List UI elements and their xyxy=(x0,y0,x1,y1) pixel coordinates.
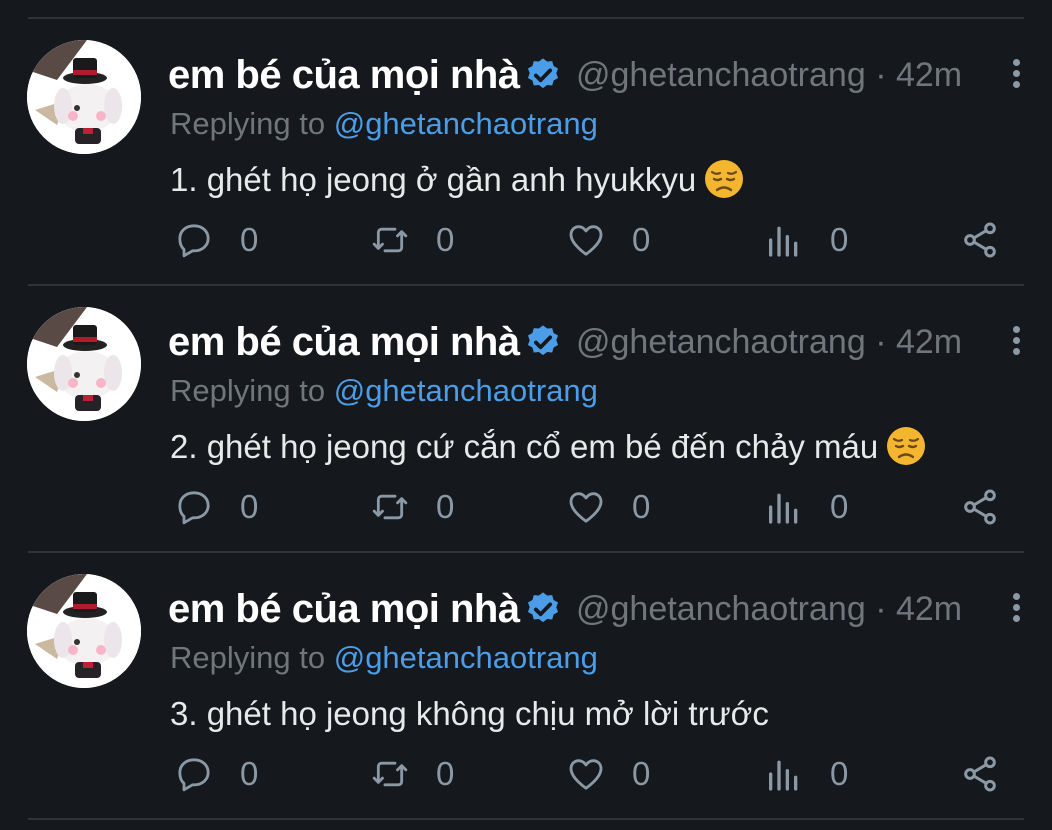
replying-label: Replying to xyxy=(170,640,326,675)
avatar[interactable] xyxy=(27,307,141,421)
tweet-text-line: 1. ghét họ jeong ở gần anh hyukkyu xyxy=(170,158,744,202)
retweet-count: 0 xyxy=(436,755,455,792)
display-name[interactable]: em bé của mọi nhà xyxy=(168,317,520,367)
tweet-text-line: 2. ghét họ jeong cứ cắn cổ em bé đến chả… xyxy=(170,425,926,469)
handle-and-time[interactable]: @ghetanchaotrang · 42m xyxy=(576,52,962,98)
verified-badge-icon xyxy=(527,592,559,623)
tweet[interactable]: em bé của mọi nhà @ghetanchaotrang · 42m… xyxy=(0,534,1052,800)
reply-count: 0 xyxy=(240,488,259,525)
retweet-icon xyxy=(372,494,408,520)
tweet[interactable]: em bé của mọi nhà @ghetanchaotrang · 42m… xyxy=(0,267,1052,533)
like-count: 0 xyxy=(632,755,651,792)
display-name[interactable]: em bé của mọi nhà xyxy=(168,584,520,634)
view-count: 0 xyxy=(830,755,849,792)
like-count: 0 xyxy=(632,488,651,525)
mention-link[interactable]: @ghetanchaotrang xyxy=(334,640,598,675)
more-options-icon[interactable] xyxy=(1006,56,1026,96)
replying-to: Replying to @ghetanchaotrang xyxy=(170,104,598,144)
tweet[interactable]: em bé của mọi nhà @ghetanchaotrang · 42m… xyxy=(0,0,1052,266)
share-icon xyxy=(964,756,996,792)
retweet-icon xyxy=(372,761,408,787)
retweet-icon xyxy=(372,227,408,253)
views-icon xyxy=(769,226,798,257)
replying-label: Replying to xyxy=(170,373,326,408)
tweet-text: 1. ghét họ jeong ở gần anh hyukkyu xyxy=(170,161,697,198)
reply-icon xyxy=(178,224,210,258)
handle[interactable]: @ghetanchaotrang xyxy=(576,56,866,94)
views-icon xyxy=(769,760,798,791)
handle-and-time[interactable]: @ghetanchaotrang · 42m xyxy=(576,319,962,365)
share-button[interactable] xyxy=(960,218,1000,262)
handle[interactable]: @ghetanchaotrang xyxy=(576,590,866,628)
timestamp[interactable]: · 42m xyxy=(875,56,962,94)
view-count: 0 xyxy=(830,221,849,258)
heart-icon xyxy=(569,759,603,790)
views-icon xyxy=(769,493,798,524)
display-name[interactable]: em bé của mọi nhà xyxy=(168,50,520,100)
tweet-actions: 0 0 0 0 xyxy=(0,485,1052,529)
avatar[interactable] xyxy=(27,574,141,688)
heart-icon xyxy=(569,492,603,523)
disappointed-face-icon xyxy=(705,160,744,198)
avatar-image xyxy=(27,307,141,421)
replying-to: Replying to @ghetanchaotrang xyxy=(170,638,598,678)
reply-count: 0 xyxy=(240,755,259,792)
like-count: 0 xyxy=(632,221,651,258)
share-button[interactable] xyxy=(960,752,1000,796)
view-count: 0 xyxy=(830,488,849,525)
mention-link[interactable]: @ghetanchaotrang xyxy=(334,373,598,408)
handle-and-time[interactable]: @ghetanchaotrang · 42m xyxy=(576,586,962,632)
tweet-text: 2. ghét họ jeong cứ cắn cổ em bé đến chả… xyxy=(170,428,879,465)
reply-icon xyxy=(178,491,210,525)
timestamp[interactable]: · 42m xyxy=(875,323,962,361)
more-options-icon[interactable] xyxy=(1006,590,1026,630)
tweet-text: 3. ghét họ jeong không chịu mở lời trước xyxy=(170,695,769,732)
mention-link[interactable]: @ghetanchaotrang xyxy=(334,106,598,141)
retweet-count: 0 xyxy=(436,221,455,258)
reply-icon xyxy=(178,758,210,792)
avatar-image xyxy=(27,40,141,154)
avatar[interactable] xyxy=(27,40,141,154)
more-options-icon[interactable] xyxy=(1006,323,1026,363)
replying-label: Replying to xyxy=(170,106,326,141)
reply-count: 0 xyxy=(240,221,259,258)
tweet-text-line: 3. ghét họ jeong không chịu mở lời trước xyxy=(170,692,769,736)
avatar-image xyxy=(27,574,141,688)
share-button[interactable] xyxy=(960,485,1000,529)
heart-icon xyxy=(569,225,603,256)
share-icon xyxy=(964,489,996,525)
retweet-count: 0 xyxy=(436,488,455,525)
replying-to: Replying to @ghetanchaotrang xyxy=(170,371,598,411)
divider xyxy=(28,818,1024,820)
disappointed-face-icon xyxy=(887,427,926,465)
handle[interactable]: @ghetanchaotrang xyxy=(576,323,866,361)
tweet-actions: 0 0 0 0 xyxy=(0,218,1052,262)
verified-badge-icon xyxy=(527,58,559,89)
timestamp[interactable]: · 42m xyxy=(875,590,962,628)
tweet-actions: 0 0 0 0 xyxy=(0,752,1052,796)
verified-badge-icon xyxy=(527,325,559,356)
share-icon xyxy=(964,222,996,258)
